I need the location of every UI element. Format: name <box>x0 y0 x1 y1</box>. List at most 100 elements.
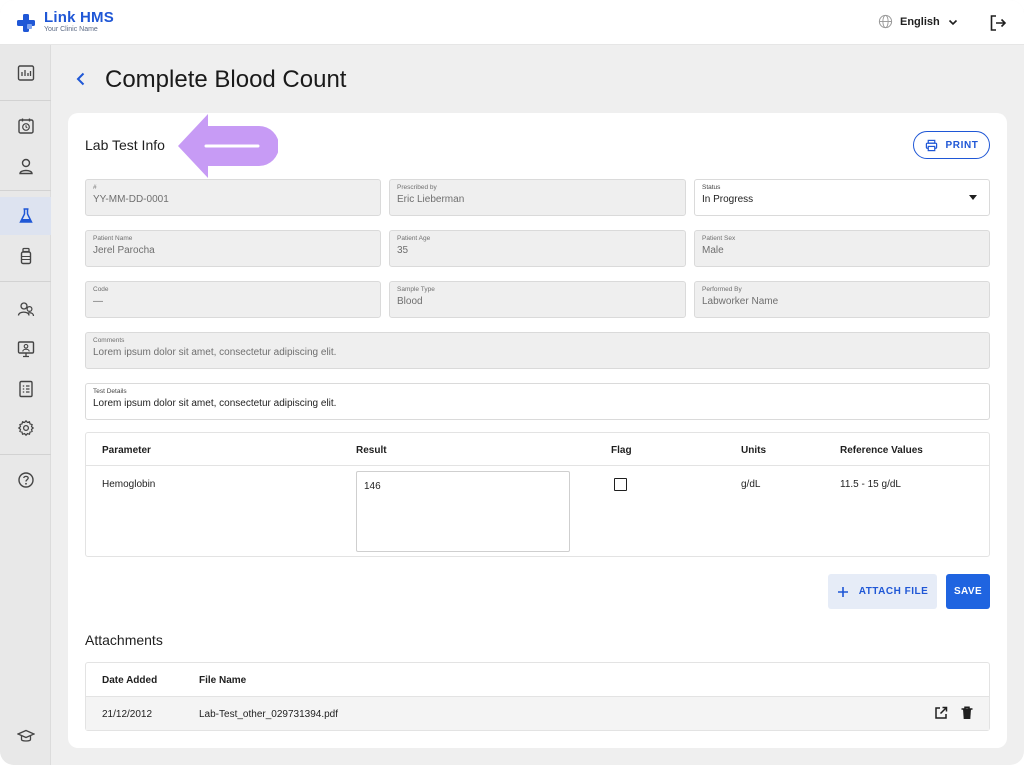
field-label: Patient Age <box>397 235 431 242</box>
sidebar-item-dashboard[interactable] <box>0 54 51 92</box>
chevron-left-icon <box>76 72 85 86</box>
patient-icon <box>18 158 33 175</box>
sidebar-nav <box>0 45 51 765</box>
logout-icon[interactable] <box>988 13 1008 33</box>
field-label: Test Details <box>93 388 127 395</box>
save-button[interactable]: SAVE <box>946 574 990 609</box>
field-label: Patient Sex <box>702 235 736 242</box>
patient-age-field: Patient Age 35 <box>389 230 686 267</box>
settings-gear-icon <box>17 419 34 437</box>
app-logo[interactable]: Link HMS Your Clinic Name <box>16 10 114 34</box>
pharmacy-bottle-icon <box>20 247 31 265</box>
field-value: Lorem ipsum dolor sit amet, consectetur … <box>93 398 337 409</box>
table-row: 21/12/2012 Lab-Test_other_029731394.pdf <box>86 697 989 730</box>
code-field: Code — <box>85 281 381 318</box>
sample-type-field: Sample Type Blood <box>389 281 686 318</box>
field-label: Code <box>93 286 109 293</box>
logo-cross-icon <box>17 14 35 32</box>
sidebar-item-lab[interactable] <box>0 197 51 235</box>
field-label: Comments <box>93 337 125 344</box>
field-label: Status <box>702 184 721 191</box>
field-value: Jerel Parocha <box>93 245 155 256</box>
reference-cell: 11.5 - 15 g/dL <box>840 479 901 490</box>
column-header-units: Units <box>741 445 766 456</box>
lab-test-info-title: Lab Test Info <box>85 137 165 153</box>
patient-sex-field: Patient Sex Male <box>694 230 990 267</box>
patient-name-field: Patient Name Jerel Parocha <box>85 230 381 267</box>
attachments-table-header: Date Added File Name <box>86 663 989 697</box>
field-value: Labworker Name <box>702 296 779 307</box>
file-name-cell: Lab-Test_other_029731394.pdf <box>199 709 339 720</box>
reports-icon <box>18 380 33 398</box>
column-header-date: Date Added <box>102 675 158 686</box>
field-value: YY-MM-DD-0001 <box>93 194 169 205</box>
sidebar-item-staff[interactable] <box>0 290 51 328</box>
trash-icon[interactable] <box>959 705 975 721</box>
field-value: Eric Lieberman <box>397 194 465 205</box>
open-external-icon[interactable] <box>933 705 949 721</box>
staff-icon <box>17 302 34 317</box>
back-button[interactable] <box>70 66 92 92</box>
field-value: — <box>93 296 103 307</box>
attach-file-label: ATTACH FILE <box>858 586 929 597</box>
dashboard-icon <box>17 65 34 81</box>
app-frame: Link HMS Your Clinic Name English Comple… <box>0 0 1024 765</box>
attach-file-button[interactable]: ATTACH FILE <box>828 574 937 609</box>
units-cell: g/dL <box>741 479 761 490</box>
brand-name: Link HMS <box>44 9 114 26</box>
column-header-reference: Reference Values <box>840 445 923 456</box>
attachments-title: Attachments <box>85 632 163 648</box>
sidebar-item-academy[interactable] <box>0 717 51 755</box>
parameter-cell: Hemoglobin <box>102 479 156 490</box>
lab-flask-icon <box>18 208 33 223</box>
results-table: Parameter Result Flag Units Reference Va… <box>85 432 990 557</box>
results-table-header: Parameter Result Flag Units Reference Va… <box>86 433 989 466</box>
chevron-down-icon <box>948 19 957 25</box>
field-label: Sample Type <box>397 286 435 293</box>
arrow-left-callout-icon <box>178 114 278 178</box>
sidebar-item-monitor[interactable] <box>0 330 51 368</box>
print-button[interactable]: PRINT <box>913 131 990 159</box>
dropdown-caret-icon <box>969 195 977 200</box>
sidebar-item-pharmacy[interactable] <box>0 237 51 275</box>
sidebar-item-appointments[interactable] <box>0 107 51 145</box>
help-icon <box>17 472 34 488</box>
field-value: Male <box>702 245 724 256</box>
sidebar-item-reports[interactable] <box>0 370 51 408</box>
result-value: 146 <box>364 481 381 492</box>
plus-icon <box>837 586 848 597</box>
field-label: Prescribed by <box>397 184 437 191</box>
column-header-parameter: Parameter <box>102 445 151 456</box>
comments-field: Comments Lorem ipsum dolor sit amet, con… <box>85 332 990 369</box>
performed-by-field: Performed By Labworker Name <box>694 281 990 318</box>
date-cell: 21/12/2012 <box>102 709 153 720</box>
flag-checkbox[interactable] <box>614 478 627 491</box>
monitor-user-icon <box>17 341 34 358</box>
language-label: English <box>900 15 940 28</box>
sidebar-item-settings[interactable] <box>0 409 51 447</box>
test-details-field[interactable]: Test Details Lorem ipsum dolor sit amet,… <box>85 383 990 420</box>
column-header-flag: Flag <box>611 445 632 456</box>
field-label: # <box>93 184 97 191</box>
page-title: Complete Blood Count <box>105 66 347 93</box>
field-label: Performed By <box>702 286 742 293</box>
column-header-result: Result <box>356 445 387 456</box>
top-header: Link HMS Your Clinic Name English <box>0 0 1024 45</box>
clinic-name: Your Clinic Name <box>44 26 98 33</box>
status-select[interactable]: Status In Progress <box>694 179 990 216</box>
print-label: PRINT <box>945 139 979 151</box>
result-input[interactable]: 146 <box>356 471 570 552</box>
field-value: Lorem ipsum dolor sit amet, consectetur … <box>93 347 337 358</box>
language-selector[interactable]: English <box>878 14 959 29</box>
column-header-file: File Name <box>199 675 247 686</box>
sidebar-item-patients[interactable] <box>0 147 51 185</box>
globe-icon <box>878 14 893 29</box>
test-number-field: # YY-MM-DD-0001 <box>85 179 381 216</box>
field-label: Patient Name <box>93 235 133 242</box>
sidebar-item-help[interactable] <box>0 461 51 499</box>
printer-icon <box>925 139 937 151</box>
prescribed-by-field: Prescribed by Eric Lieberman <box>389 179 686 216</box>
field-value: In Progress <box>702 194 754 205</box>
field-value: Blood <box>397 296 423 307</box>
attachments-table: Date Added File Name 21/12/2012 Lab-Test… <box>85 662 990 731</box>
